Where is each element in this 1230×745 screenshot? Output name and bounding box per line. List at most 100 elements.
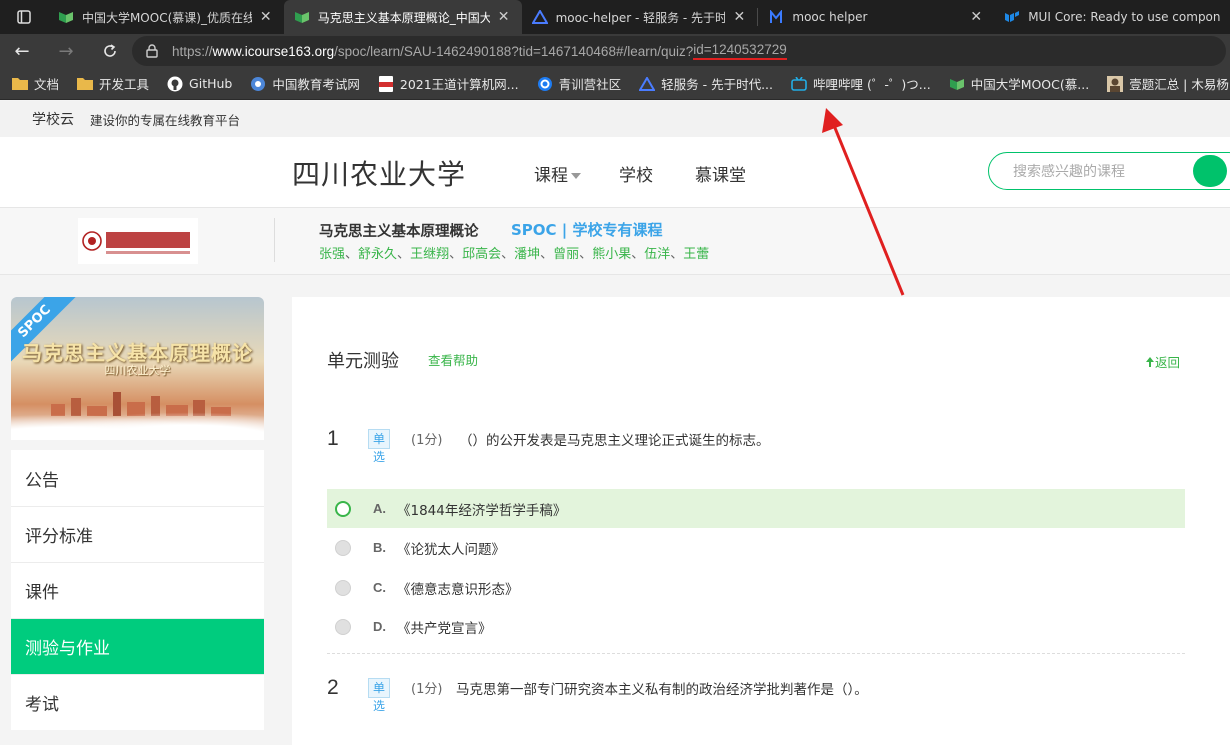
option-text: 《1844年经济学哲学手稿》 xyxy=(397,502,567,519)
nav-schools[interactable]: 学校 xyxy=(619,161,653,186)
nav-label: 课程 xyxy=(534,166,568,186)
bookmark-qingxun[interactable]: 青训营社区 xyxy=(537,74,621,93)
nav-courses[interactable]: 课程 xyxy=(534,161,581,186)
bookmark-github[interactable]: GitHub xyxy=(167,76,232,92)
option-d[interactable]: D. 《共产党宣言》 xyxy=(327,607,1185,646)
separator: 、 xyxy=(501,247,515,262)
school-logo[interactable] xyxy=(78,218,198,264)
tab-title: mooc-helper - 轻服务 - 先于时代 xyxy=(555,10,726,25)
teacher-link[interactable]: 曾丽 xyxy=(553,247,579,262)
mui-icon xyxy=(1004,9,1020,25)
teacher-link[interactable]: 熊小果 xyxy=(592,247,631,262)
teacher-link[interactable]: 邱高会 xyxy=(462,247,501,262)
school-name-link[interactable]: 四川农业大学 xyxy=(292,153,466,193)
platform-brand-link[interactable]: 学校云 xyxy=(32,109,74,129)
bookmark-label: 开发工具 xyxy=(99,77,150,92)
question-number: 1 xyxy=(327,427,339,450)
teacher-link[interactable]: 伍洋 xyxy=(644,247,670,262)
arrow-right-icon: → xyxy=(58,40,74,62)
bookmark-wangdao[interactable]: 2021王道计算机网... xyxy=(378,74,519,93)
browser-tab-mui[interactable]: MUI Core: Ready to use components xyxy=(994,0,1230,34)
tab-title: mooc helper xyxy=(792,10,868,24)
avatar-icon xyxy=(1107,75,1124,92)
teacher-link[interactable]: 潘坤 xyxy=(514,247,540,262)
divider xyxy=(274,218,275,262)
browser-tab-mooc-home[interactable]: 中国大学MOOC(慕课)_优质在线课程 ✕ xyxy=(48,0,284,34)
close-tab-icon[interactable]: ✕ xyxy=(258,9,274,25)
site-header: 四川农业大学 课程 学校 慕课堂 搜索感兴趣的课程 xyxy=(0,137,1230,207)
sidebar-item-grading[interactable]: 评分标准 xyxy=(11,506,264,562)
github-icon xyxy=(167,76,183,92)
tab-actions-icon xyxy=(17,10,31,24)
browser-tab-mooc-helper[interactable]: mooc helper ✕ xyxy=(758,0,994,34)
radio[interactable] xyxy=(335,618,351,635)
bookmark-devtools[interactable]: 开发工具 xyxy=(77,74,149,93)
bookmark-label: 中国教育考试网 xyxy=(272,77,360,92)
radio-selected[interactable] xyxy=(335,500,351,517)
radio[interactable] xyxy=(335,539,351,556)
sidebar-item-quizzes[interactable]: 测验与作业 xyxy=(11,618,264,674)
community-icon xyxy=(537,76,553,92)
sidebar-item-exam[interactable]: 考试 xyxy=(11,674,264,730)
sidebar-item-announcements[interactable]: 公告 xyxy=(11,450,264,506)
close-tab-icon[interactable]: ✕ xyxy=(968,9,984,25)
close-tab-icon[interactable]: ✕ xyxy=(731,9,747,25)
option-c[interactable]: C. 《德意志意识形态》 xyxy=(327,568,1185,607)
help-link[interactable]: 查看帮助 xyxy=(428,350,478,369)
teacher-link[interactable]: 张强 xyxy=(319,247,345,262)
bookmark-label: GitHub xyxy=(189,76,233,91)
platform-slogan: 建设你的专属在线教育平台 xyxy=(90,112,241,128)
light-service-icon xyxy=(531,9,548,25)
bookmark-bilibili[interactable]: 哔哩哔哩 (゜-゜)つ... xyxy=(791,74,931,93)
bookmark-label: 文档 xyxy=(34,77,60,92)
bookmark-mooc[interactable]: 中国大学MOOC(慕... xyxy=(949,74,1089,93)
bookmark-muyiyang[interactable]: 壹题汇总 | 木易杨... xyxy=(1107,74,1230,93)
back-link[interactable]: 返回 xyxy=(1145,352,1180,371)
separator: 、 xyxy=(670,247,684,262)
search-placeholder: 搜索感兴趣的课程 xyxy=(1013,164,1125,180)
tab-actions-button[interactable] xyxy=(0,0,48,34)
bookmark-light-service[interactable]: 轻服务 - 先于时代... xyxy=(639,74,773,93)
bookmark-neea[interactable]: 中国教育考试网 xyxy=(250,74,360,93)
reload-button[interactable] xyxy=(88,34,132,68)
radio[interactable] xyxy=(335,579,351,596)
option-letter: D. xyxy=(373,619,386,634)
url-path: /spoc/learn/SAU-1462490188?tid=146714046… xyxy=(334,43,694,59)
option-letter: B. xyxy=(373,540,386,555)
light-service-icon xyxy=(639,76,656,92)
teacher-link[interactable]: 舒永久 xyxy=(358,247,397,262)
platform-strip: 学校云 建设你的专属在线教育平台 xyxy=(0,101,1230,137)
browser-tab-course[interactable]: 马克思主义基本原理概论_中国大学 ✕ xyxy=(283,0,522,34)
mooc-helper-icon xyxy=(768,9,784,25)
lock-icon xyxy=(146,44,158,58)
option-text: 《共产党宣言》 xyxy=(397,620,492,637)
bookmark-docs[interactable]: 文档 xyxy=(12,74,59,93)
exam-site-icon xyxy=(250,76,266,92)
tab-title: 马克思主义基本原理概论_中国大学 xyxy=(317,10,490,25)
option-letter: C. xyxy=(373,580,386,595)
teacher-link[interactable]: 王蕾 xyxy=(683,247,709,262)
option-b[interactable]: B. 《论犹太人问题》 xyxy=(327,528,1185,567)
option-a[interactable]: A. 《1844年经济学哲学手稿》 xyxy=(327,489,1185,528)
bookmark-label: 轻服务 - 先于时代... xyxy=(661,77,774,92)
url-host: www.icourse163.org xyxy=(212,43,335,59)
course-search-input[interactable]: 搜索感兴趣的课程 xyxy=(988,152,1230,190)
forward-button[interactable]: → xyxy=(44,34,88,68)
question-number: 2 xyxy=(327,676,339,699)
question-text: 马克思第一部专门研究资本主义私有制的政治经济学批判著作是（）。 xyxy=(456,682,868,698)
back-button[interactable]: ← xyxy=(0,34,44,68)
question-type-tag: 单选 xyxy=(368,678,391,713)
bookmark-label: 壹题汇总 | 木易杨... xyxy=(1129,77,1230,92)
quiz-panel: 单元测验 查看帮助 返回 1 单选 (1分) （）的公开发表是马克思主义理论正式… xyxy=(292,297,1230,745)
close-tab-icon[interactable]: ✕ xyxy=(496,9,512,25)
folder-icon xyxy=(77,76,94,92)
question-score: (1分) xyxy=(411,682,443,697)
address-input[interactable]: https://www.icourse163.org/spoc/learn/SA… xyxy=(132,36,1226,66)
sidebar-item-courseware[interactable]: 课件 xyxy=(11,562,264,618)
teacher-link[interactable]: 王继翔 xyxy=(410,247,449,262)
nav-mooc-class[interactable]: 慕课堂 xyxy=(695,161,746,186)
mooc-icon xyxy=(58,9,74,25)
browser-tab-mooc-helper-service[interactable]: mooc-helper - 轻服务 - 先于时代 ✕ xyxy=(522,0,758,34)
search-button[interactable] xyxy=(1193,155,1227,187)
mooc-icon xyxy=(294,9,310,25)
